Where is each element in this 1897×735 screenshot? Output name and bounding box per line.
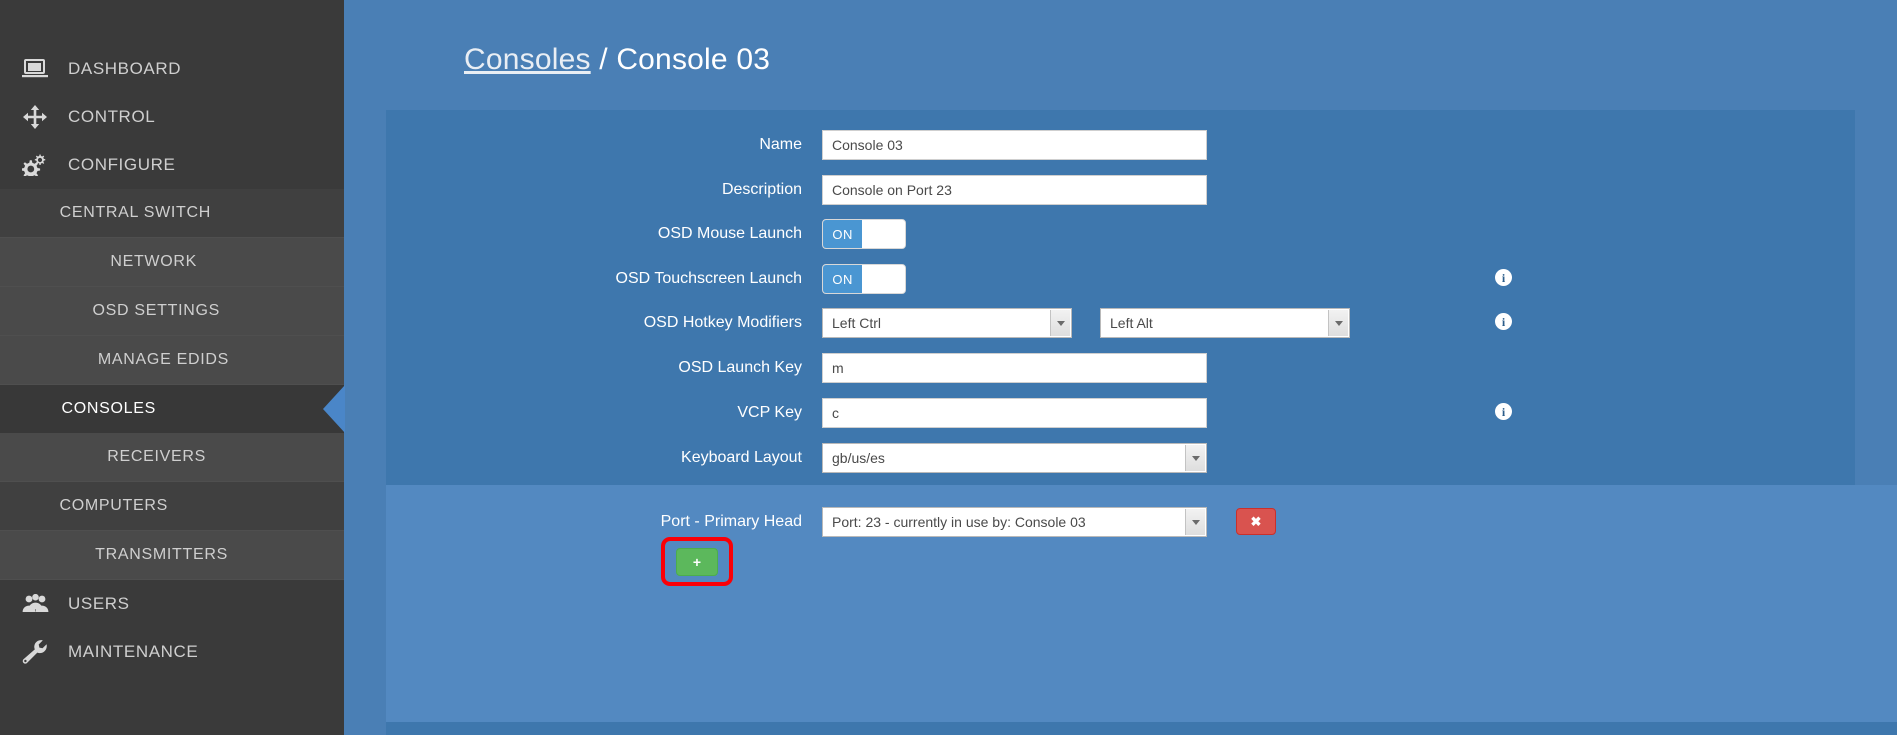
sidebar-item-label: CONTROL [68,107,156,126]
sidebar-item-manage-edids[interactable]: MANAGE EDIDS [0,336,344,384]
hotkey-modifier-2-value: Left Alt [1110,315,1153,331]
form-row-osd-hotkey-modifiers: OSD Hotkey Modifiers Left Ctrl Left Alt [402,308,1350,338]
form-row-name: Name [402,130,1207,160]
laptop-icon [18,56,52,82]
footer-strip [386,722,1897,735]
console-settings-panel [386,110,1855,485]
osd-hotkey-modifiers-label: OSD Hotkey Modifiers [643,314,802,331]
description-label: Description [721,181,802,198]
add-port-button[interactable]: + [676,548,718,576]
sidebar-item-label: OSD SETTINGS [92,302,220,319]
sidebar-item-central-switch[interactable]: CENTRAL SWITCH [0,189,344,237]
sidebar-item-label: USERS [68,594,130,613]
sidebar-item-users[interactable]: USERS [0,580,344,628]
sidebar-item-transmitters[interactable]: TRANSMITTERS [0,531,344,579]
sidebar-item-dashboard[interactable]: DASHBOARD [0,45,344,93]
chevron-down-icon[interactable] [1185,445,1205,471]
toggle-on-label: ON [823,220,863,248]
sidebar-item-label: CONFIGURE [68,155,176,174]
toggle-on-label: ON [823,265,863,293]
form-row-vcp-key: VCP Key [402,398,1207,428]
sidebar-item-configure[interactable]: CONFIGURE [0,141,344,189]
sidebar-item-label: DASHBOARD [68,59,182,78]
osd-launch-key-input[interactable] [822,353,1207,383]
sidebar-item-label: RECEIVERS [107,448,206,465]
name-input[interactable] [822,130,1207,160]
sidebar-item-control[interactable]: CONTROL [0,93,344,141]
toggle-off-area [862,220,905,248]
info-icon[interactable]: i [1495,313,1512,330]
sidebar-item-label: TRANSMITTERS [95,546,228,563]
breadcrumb-link-consoles[interactable]: Consoles [464,43,591,76]
gears-icon [18,152,52,178]
sidebar-item-network[interactable]: NETWORK [0,238,344,286]
sidebar-item-label: MANAGE EDIDS [97,351,229,368]
sidebar-item-label: NETWORK [110,253,197,270]
sidebar-item-osd-settings[interactable]: OSD SETTINGS [0,287,344,335]
chevron-down-icon[interactable] [1328,310,1348,336]
toggle-off-area [862,265,905,293]
vcp-key-input[interactable] [822,398,1207,428]
vcp-key-label: VCP Key [737,404,802,421]
sidebar-navigation: DASHBOARD CONTROL CONFIGURE CENTRAL SWIT… [0,0,345,735]
breadcrumb-separator: / [599,43,608,76]
osd-touchscreen-launch-label: OSD Touchscreen Launch [615,270,802,287]
hotkey-modifier-1-select[interactable]: Left Ctrl [822,308,1072,338]
form-row-description: Description [402,175,1207,205]
move-icon [18,104,52,130]
form-row-port-primary-head: Port - Primary Head Port: 23 - currently… [402,507,1207,537]
sidebar-item-label: COMPUTERS [59,497,168,514]
page-title: Console 03 [616,43,771,76]
hotkey-modifier-1-value: Left Ctrl [832,315,882,331]
sidebar-top-spacer [0,0,344,45]
chevron-down-icon[interactable] [1050,310,1070,336]
breadcrumb: Consoles / Console 03 [464,43,770,77]
keyboard-layout-value: gb/us/es [832,450,885,466]
info-icon[interactable]: i [1495,269,1512,286]
active-pointer-icon [323,385,345,433]
port-primary-head-select[interactable]: Port: 23 - currently in use by: Console … [822,507,1207,537]
sidebar-item-label: MAINTENANCE [68,642,199,661]
sidebar-item-maintenance[interactable]: MAINTENANCE [0,628,344,676]
form-row-keyboard-layout: Keyboard Layout gb/us/es [402,443,1207,473]
app-window: DASHBOARD CONTROL CONFIGURE CENTRAL SWIT… [0,0,1897,735]
chevron-down-icon[interactable] [1185,509,1205,535]
sidebar-item-label: CONSOLES [61,400,156,417]
sidebar-item-computers[interactable]: COMPUTERS [0,482,344,530]
port-primary-head-value: Port: 23 - currently in use by: Console … [832,514,1086,530]
users-icon [18,591,52,617]
sidebar-item-label: CENTRAL SWITCH [59,204,211,221]
keyboard-layout-label: Keyboard Layout [681,449,802,466]
name-label: Name [759,136,802,153]
keyboard-layout-select[interactable]: gb/us/es [822,443,1207,473]
hotkey-modifier-2-select[interactable]: Left Alt [1100,308,1350,338]
wrench-icon [18,639,52,665]
port-primary-head-label: Port - Primary Head [660,513,802,530]
osd-mouse-launch-label: OSD Mouse Launch [657,225,802,242]
osd-mouse-launch-toggle[interactable]: ON [822,219,906,249]
sidebar-item-receivers[interactable]: RECEIVERS [0,433,344,481]
description-input[interactable] [822,175,1207,205]
form-row-osd-touchscreen-launch: OSD Touchscreen Launch ON [402,264,1207,294]
osd-touchscreen-launch-toggle[interactable]: ON [822,264,906,294]
info-icon[interactable]: i [1495,403,1512,420]
form-row-osd-launch-key: OSD Launch Key [402,353,1207,383]
osd-launch-key-label: OSD Launch Key [678,359,802,376]
form-row-osd-mouse-launch: OSD Mouse Launch ON [402,219,1207,249]
sidebar-item-consoles[interactable]: CONSOLES [0,385,345,433]
remove-port-button[interactable]: ✖ [1236,508,1276,535]
